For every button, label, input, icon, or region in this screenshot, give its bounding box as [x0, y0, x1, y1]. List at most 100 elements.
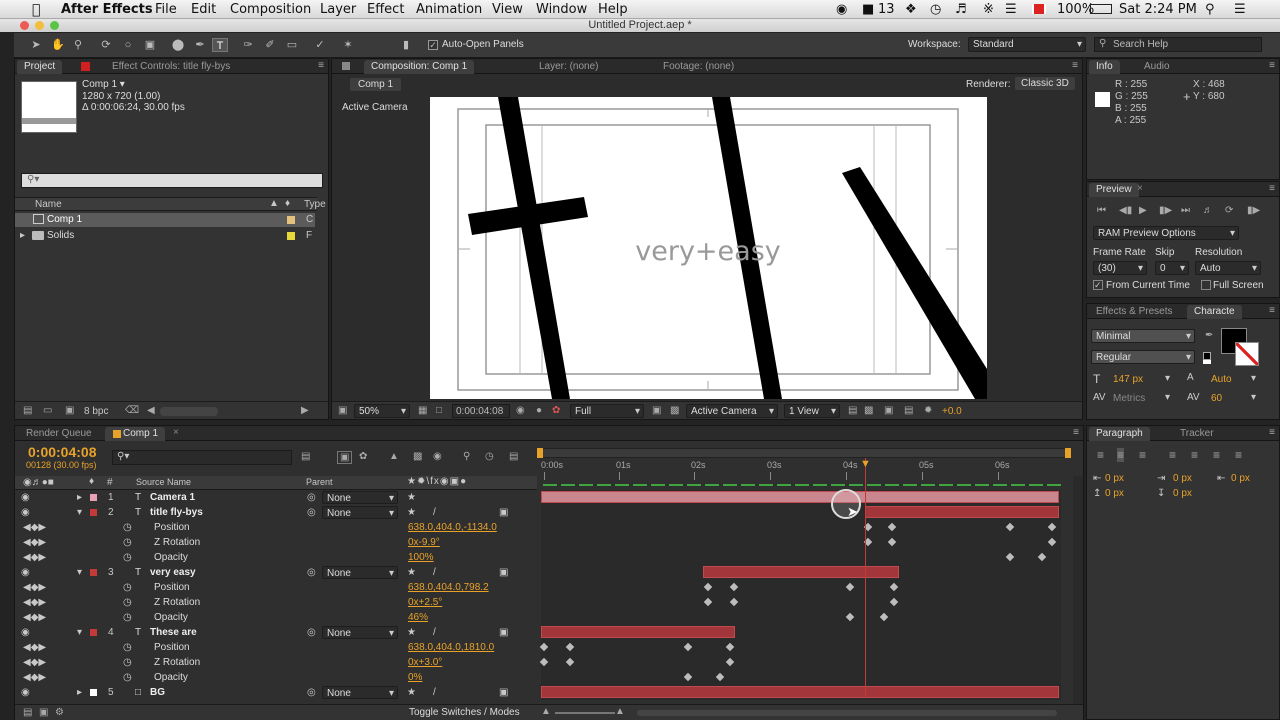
- tab-character[interactable]: Characte: [1187, 305, 1242, 319]
- keyframe-nav-icon[interactable]: ◀◆▶: [23, 670, 46, 685]
- label-swatch[interactable]: [287, 216, 295, 224]
- region-of-interest-icon[interactable]: □: [436, 405, 442, 416]
- tab-audio[interactable]: Audio: [1137, 60, 1177, 74]
- mask-tool-icon[interactable]: ⬤: [170, 38, 186, 52]
- channel-icon[interactable]: ✿: [552, 405, 560, 416]
- switches-icon[interactable]: ★✹\fx◉▣●: [407, 476, 467, 487]
- work-area-bar[interactable]: [539, 448, 1069, 458]
- zoom-dropdown[interactable]: 50%: [354, 404, 410, 418]
- timeline-scrollbar[interactable]: [1073, 476, 1083, 716]
- time-machine-icon[interactable]: ◷: [930, 2, 941, 17]
- menu-window[interactable]: Window: [536, 2, 587, 17]
- exposure-icon[interactable]: ✹: [924, 405, 932, 416]
- property-row[interactable]: ◀◆▶ ◷ Z Rotation 0x-9.9°: [15, 535, 535, 550]
- tab-paragraph[interactable]: Paragraph: [1089, 427, 1150, 441]
- work-area-end[interactable]: [1065, 448, 1071, 458]
- timeline-tracks[interactable]: [539, 490, 1073, 700]
- notification-center-icon[interactable]: ☰: [1234, 2, 1246, 17]
- panel-menu-icon[interactable]: ≡: [1073, 427, 1079, 438]
- panel-menu-icon[interactable]: ≡: [1269, 60, 1275, 71]
- 3d-layer-icon[interactable]: ▣: [499, 505, 508, 520]
- timeline-flowchart-icon[interactable]: ▤: [509, 451, 518, 462]
- shy-icon[interactable]: ★: [407, 505, 416, 520]
- panel-menu-icon[interactable]: ≡: [1072, 60, 1078, 71]
- hand-tool-icon[interactable]: ✋: [50, 38, 66, 52]
- white-swatch[interactable]: [1203, 360, 1211, 364]
- flag-icon[interactable]: [1032, 4, 1046, 14]
- toggle-pixel-icon[interactable]: ▤: [848, 405, 857, 416]
- property-row[interactable]: ◀◆▶ ◷ Z Rotation 0x+3.0°: [15, 655, 535, 670]
- property-row[interactable]: ◀◆▶ ◷ Z Rotation 0x+2.5°: [15, 595, 535, 610]
- volume-icon[interactable]: ♬: [955, 2, 967, 17]
- clone-tool-icon[interactable]: ✐: [262, 38, 278, 52]
- panel-icon[interactable]: ▮: [398, 38, 414, 52]
- kerning-value[interactable]: Metrics: [1113, 393, 1145, 404]
- bit-depth[interactable]: 8 bpc: [84, 406, 108, 417]
- comp-mini-flowchart-icon[interactable]: ▤: [301, 451, 310, 462]
- lock-icon[interactable]: [342, 62, 350, 70]
- scroll-right-icon[interactable]: ▶: [301, 405, 309, 416]
- keyframe-nav-icon[interactable]: ◀◆▶: [23, 655, 46, 670]
- visibility-icon[interactable]: ◉: [21, 625, 30, 640]
- tab-tracker[interactable]: Tracker: [1173, 427, 1221, 441]
- stopwatch-icon[interactable]: ◷: [123, 520, 132, 535]
- shy-icon[interactable]: ★: [407, 625, 416, 640]
- zoom-window-icon[interactable]: [50, 21, 59, 30]
- indent-right-value[interactable]: 0 px: [1173, 473, 1192, 484]
- pickwhip-icon[interactable]: ◎: [307, 505, 316, 520]
- scroll-left-icon[interactable]: ◀: [147, 405, 155, 416]
- indent-left-value[interactable]: 0 px: [1105, 473, 1124, 484]
- tab-effects-presets[interactable]: Effects & Presets: [1089, 305, 1180, 319]
- keyframe-nav-icon[interactable]: ◀◆▶: [23, 520, 46, 535]
- property-value[interactable]: 0x+3.0°: [408, 655, 442, 670]
- keyframe-nav-icon[interactable]: ◀◆▶: [23, 640, 46, 655]
- eyedropper-icon[interactable]: ✒: [1205, 330, 1213, 341]
- motion-blur-icon[interactable]: ◉: [433, 451, 442, 462]
- tab-preview[interactable]: Preview: [1089, 183, 1139, 197]
- layer-row[interactable]: ◉ ▾ 2 Ttitle fly-bys ★ / ▣ ◎ None: [15, 505, 535, 520]
- layer-name[interactable]: BG: [150, 685, 165, 700]
- property-value[interactable]: 0x-9.9°: [408, 535, 440, 550]
- project-search-input[interactable]: [21, 173, 323, 188]
- spotlight-icon[interactable]: ⚲: [1205, 2, 1215, 17]
- property-row[interactable]: ◀◆▶ ◷ Position 638.0,404.0,1810.0: [15, 640, 535, 655]
- eraser-tool-icon[interactable]: ▭: [284, 38, 300, 52]
- ram-preview-dropdown[interactable]: RAM Preview Options: [1093, 226, 1239, 240]
- minimize-window-icon[interactable]: [35, 21, 44, 30]
- audio-icon[interactable]: ♬: [1203, 205, 1213, 216]
- 3d-layer-icon[interactable]: ▣: [499, 685, 508, 700]
- panel-menu-icon[interactable]: ≡: [1269, 305, 1275, 316]
- menu-animation[interactable]: Animation: [416, 2, 482, 17]
- justify-center-icon[interactable]: ≡: [1191, 448, 1198, 462]
- notification-icon[interactable]: ■: [862, 2, 874, 17]
- property-row[interactable]: ◀◆▶ ◷ Opacity 46%: [15, 610, 535, 625]
- quality-icon[interactable]: /: [433, 505, 436, 520]
- property-value[interactable]: 0x+2.5°: [408, 595, 442, 610]
- font-family-dropdown[interactable]: Minimal: [1091, 329, 1195, 343]
- space-before-value[interactable]: 0 px: [1105, 488, 1124, 499]
- selection-tool-icon[interactable]: ➤: [28, 38, 44, 52]
- stopwatch-icon[interactable]: ◷: [123, 595, 132, 610]
- pickwhip-icon[interactable]: ◎: [307, 490, 316, 505]
- 3d-layer-icon[interactable]: ▣: [499, 625, 508, 640]
- interpret-footage-icon[interactable]: ▤: [23, 405, 32, 416]
- roto-brush-icon[interactable]: ✓: [312, 38, 328, 52]
- list-item[interactable]: Comp 1 C: [15, 213, 315, 227]
- zoom-in-icon[interactable]: ▲: [615, 706, 625, 717]
- close-window-icon[interactable]: [20, 21, 29, 30]
- pen-tool-icon[interactable]: ✒: [192, 38, 208, 52]
- keyframe-nav-icon[interactable]: ◀◆▶: [23, 580, 46, 595]
- tab-footage[interactable]: Footage: (none): [656, 60, 741, 74]
- align-right-icon[interactable]: ≡: [1139, 448, 1146, 462]
- align-center-icon[interactable]: ≡: [1117, 448, 1125, 462]
- playhead-icon[interactable]: ▼: [860, 458, 871, 470]
- from-current-checkbox[interactable]: ✓: [1093, 280, 1103, 290]
- live-update-icon[interactable]: ▣: [337, 451, 353, 464]
- layer-name[interactable]: very easy: [150, 565, 196, 580]
- kerning-dropdown-icon[interactable]: ▾: [1165, 392, 1170, 403]
- shy-icon[interactable]: ★: [407, 490, 416, 505]
- expand-arrow-icon[interactable]: ▾: [77, 505, 82, 520]
- expand-arrow-icon[interactable]: ▾: [77, 565, 82, 580]
- panel-menu-icon[interactable]: ≡: [318, 60, 324, 71]
- parent-dropdown[interactable]: None: [322, 506, 398, 520]
